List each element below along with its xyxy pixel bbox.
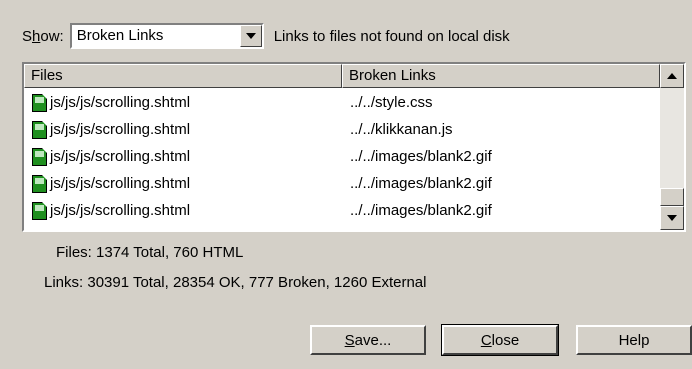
file-name: js/js/js/scrolling.shtml <box>50 175 191 192</box>
scroll-down-button[interactable] <box>660 206 684 230</box>
close-label: lose <box>491 331 520 349</box>
show-filter-row: Show: Broken Links Links to files not fo… <box>22 22 510 50</box>
html-file-icon <box>32 201 47 220</box>
table-row[interactable]: js/js/js/scrolling.shtml ../../images/bla… <box>24 143 660 170</box>
file-name: js/js/js/scrolling.shtml <box>50 202 191 219</box>
column-header-broken-links[interactable]: Broken Links <box>342 64 660 88</box>
file-cell: js/js/js/scrolling.shtml <box>24 120 342 139</box>
table-row[interactable]: js/js/js/scrolling.shtml ../../images/bla… <box>24 197 660 224</box>
links-summary: Links: 30391 Total, 28354 OK, 777 Broken… <box>44 274 427 291</box>
arrow-up-icon <box>667 73 677 79</box>
table-row[interactable]: js/js/js/scrolling.shtml ../../style.css <box>24 89 660 116</box>
save-button[interactable]: Save... <box>310 325 426 355</box>
close-button[interactable]: Close <box>441 324 559 356</box>
help-button[interactable]: Help <box>576 325 692 355</box>
broken-link-cell: ../../images/blank2.gif <box>350 202 492 219</box>
html-file-icon <box>32 93 47 112</box>
file-name: js/js/js/scrolling.shtml <box>50 121 191 138</box>
column-header-files[interactable]: Files <box>24 64 342 88</box>
file-name: js/js/js/scrolling.shtml <box>50 94 191 111</box>
files-summary: Files: 1374 Total, 760 HTML <box>56 244 244 261</box>
show-label: Show: <box>22 27 64 45</box>
show-filter-description: Links to files not found on local disk <box>273 27 510 45</box>
html-file-icon <box>32 147 47 166</box>
save-label: ave... <box>354 331 392 349</box>
scroll-up-button[interactable] <box>660 64 684 88</box>
file-cell: js/js/js/scrolling.shtml <box>24 174 342 193</box>
chevron-down-icon <box>245 33 256 39</box>
list-header: Files Broken Links <box>24 64 660 88</box>
dropdown-button[interactable] <box>239 25 262 47</box>
vertical-scrollbar[interactable] <box>660 64 684 230</box>
broken-link-cell: ../../klikkanan.js <box>350 121 453 138</box>
table-row[interactable]: js/js/js/scrolling.shtml ../../images/bla… <box>24 170 660 197</box>
broken-link-cell: ../../images/blank2.gif <box>350 175 492 192</box>
file-cell: js/js/js/scrolling.shtml <box>24 147 342 166</box>
broken-link-cell: ../../style.css <box>350 94 433 111</box>
broken-links-list[interactable]: Files Broken Links js/js/js/scrolling.sh… <box>22 62 686 232</box>
list-rows: js/js/js/scrolling.shtml ../../style.css j… <box>24 89 660 224</box>
show-filter-value: Broken Links <box>76 27 164 44</box>
broken-link-cell: ../../images/blank2.gif <box>350 148 492 165</box>
show-filter-dropdown[interactable]: Broken Links <box>69 23 264 49</box>
scroll-thumb[interactable] <box>660 188 684 206</box>
save-accel: S <box>344 331 355 349</box>
html-file-icon <box>32 174 47 193</box>
file-name: js/js/js/scrolling.shtml <box>50 148 191 165</box>
file-cell: js/js/js/scrolling.shtml <box>24 93 342 112</box>
html-file-icon <box>32 120 47 139</box>
close-accel: C <box>480 331 492 349</box>
arrow-down-icon <box>667 215 677 221</box>
file-cell: js/js/js/scrolling.shtml <box>24 201 342 220</box>
table-row[interactable]: js/js/js/scrolling.shtml ../../klikkanan.… <box>24 116 660 143</box>
